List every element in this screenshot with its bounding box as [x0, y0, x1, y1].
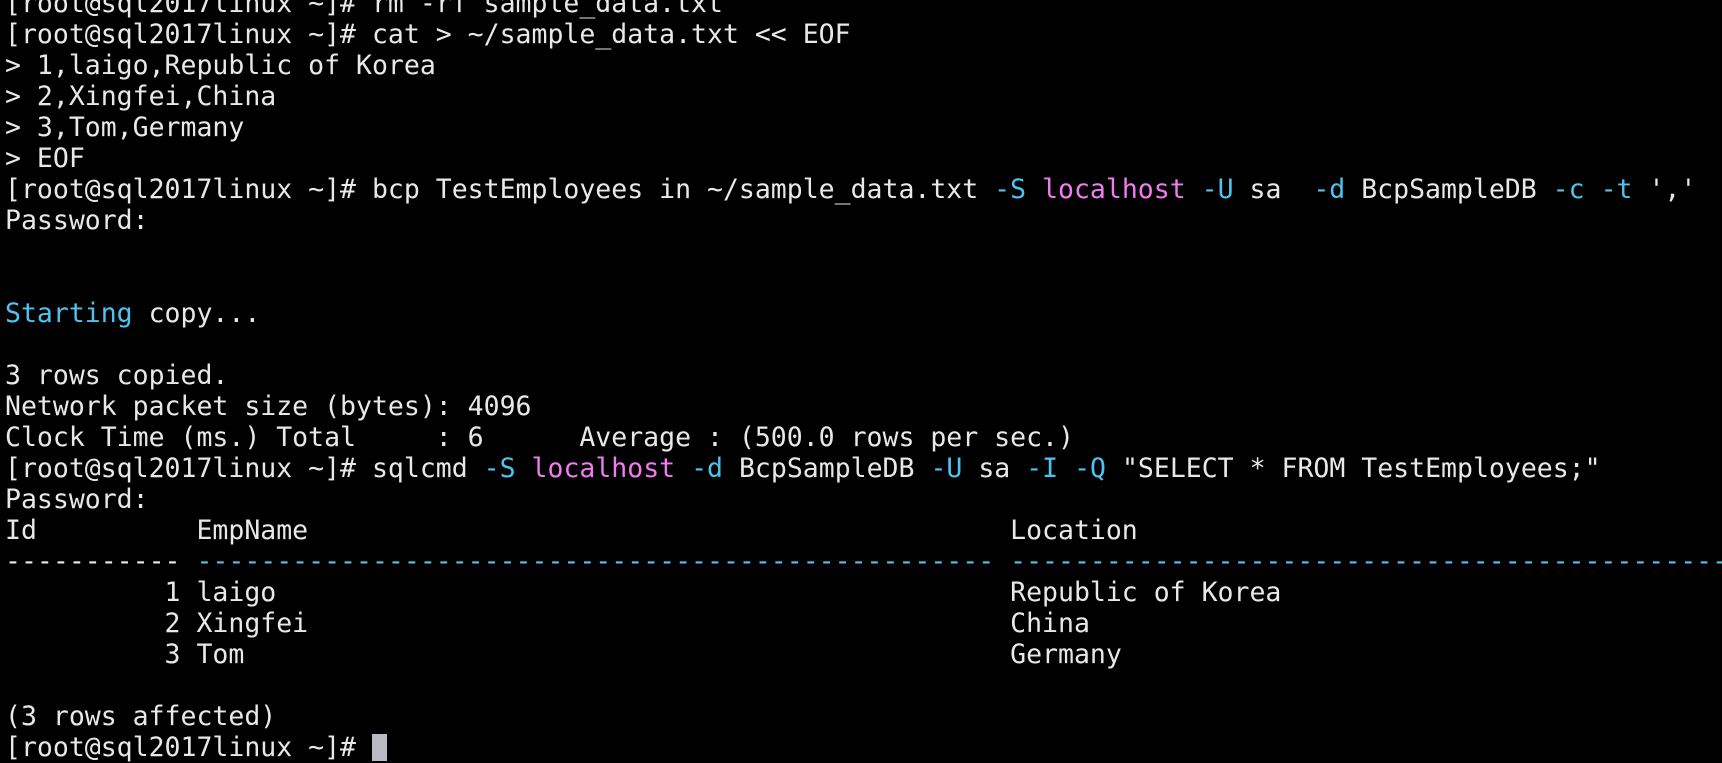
terminal-text: BcpSampleDB	[1345, 174, 1553, 205]
terminal-text: -S	[483, 453, 516, 484]
terminal-text: localhost	[1042, 174, 1186, 205]
terminal-line: Password:	[5, 205, 1722, 236]
terminal-text: Password:	[5, 484, 149, 515]
terminal-text: Clock Time (ms.) Total : 6 Average : (50…	[5, 422, 1074, 453]
terminal-line: [root@sql2017linux ~]# cat > ~/sample_da…	[5, 19, 1722, 50]
terminal-text: -d	[691, 453, 724, 484]
terminal-text: 2 Xingfei China	[5, 608, 1090, 639]
terminal-text: "SELECT * FROM TestEmployees;"	[1106, 453, 1601, 484]
terminal-text: > EOF	[5, 143, 85, 174]
terminal-line: 2 Xingfei China	[5, 608, 1722, 639]
terminal-text: -U	[1201, 174, 1234, 205]
terminal-text: 3 rows copied.	[5, 360, 229, 391]
terminal-text: > 3,Tom,Germany	[5, 112, 245, 143]
terminal-text: localhost	[531, 453, 676, 484]
terminal-output: [root@sql2017linux ~]# rm -rf sample_dat…	[5, 0, 1722, 763]
terminal-window[interactable]: [root@sql2017linux ~]# rm -rf sample_dat…	[0, 0, 1722, 763]
terminal-line: [root@sql2017linux ~]# bcp TestEmployees…	[5, 174, 1722, 205]
terminal-text: [root@sql2017linux ~]# sqlcmd	[5, 453, 484, 484]
terminal-text: [root@sql2017linux ~]# rm -rf sample_dat…	[5, 0, 723, 19]
terminal-line: [root@sql2017linux ~]# sqlcmd -S localho…	[5, 453, 1722, 484]
terminal-line: Password:	[5, 484, 1722, 515]
terminal-text: -d	[1313, 174, 1346, 205]
terminal-text: -U	[930, 453, 963, 484]
terminal-line: [root@sql2017linux ~]#	[5, 732, 1722, 763]
terminal-text: sa	[1233, 174, 1314, 205]
terminal-text: 1 laigo Republic of Korea	[5, 577, 1282, 608]
terminal-text: [root@sql2017linux ~]# cat > ~/sample_da…	[5, 19, 851, 50]
terminal-text: BcpSampleDB	[723, 453, 931, 484]
terminal-line: (3 rows affected)	[5, 701, 1722, 732]
terminal-cursor	[371, 734, 387, 761]
terminal-line: Starting copy...	[5, 298, 1722, 329]
terminal-text: Network packet size (bytes): 4096	[5, 391, 532, 422]
terminal-text: ----------------------------------------…	[196, 546, 1722, 577]
terminal-line: > EOF	[5, 143, 1722, 174]
terminal-line: 1 laigo Republic of Korea	[5, 577, 1722, 608]
terminal-line: > 1,laigo,Republic of Korea	[5, 50, 1722, 81]
terminal-text: -S	[994, 174, 1027, 205]
terminal-line: ----------- ----------------------------…	[5, 546, 1722, 577]
terminal-text: -t	[1600, 174, 1633, 205]
terminal-line: Id EmpName Location	[5, 515, 1722, 546]
terminal-text: [root@sql2017linux ~]#	[5, 732, 372, 763]
terminal-text: Password:	[5, 205, 149, 236]
terminal-text: -Q	[1074, 453, 1106, 484]
terminal-text: > 2,Xingfei,China	[5, 81, 277, 112]
terminal-line: 3 Tom Germany	[5, 639, 1722, 670]
terminal-line: > 3,Tom,Germany	[5, 112, 1722, 143]
terminal-text: (3 rows affected)	[5, 701, 277, 732]
terminal-text: -c	[1552, 174, 1585, 205]
terminal-line: Network packet size (bytes): 4096	[5, 391, 1722, 422]
terminal-text: Id EmpName Location	[5, 515, 1138, 546]
terminal-text: > 1,laigo,Republic of Korea	[5, 50, 436, 81]
terminal-line: Clock Time (ms.) Total : 6 Average : (50…	[5, 422, 1722, 453]
terminal-line: 3 rows copied.	[5, 360, 1722, 391]
terminal-text: sa	[962, 453, 1027, 484]
terminal-line: > 2,Xingfei,China	[5, 81, 1722, 112]
terminal-text: Starting	[5, 298, 133, 329]
terminal-text: -I	[1026, 453, 1059, 484]
terminal-text: 3 Tom Germany	[5, 639, 1122, 670]
terminal-line: [root@sql2017linux ~]# rm -rf sample_dat…	[5, 0, 1722, 19]
terminal-text: copy...	[132, 298, 261, 329]
terminal-text: [root@sql2017linux ~]# bcp TestEmployees…	[5, 174, 995, 205]
terminal-text: -----------	[5, 546, 197, 577]
terminal-text: ','	[1632, 174, 1697, 205]
